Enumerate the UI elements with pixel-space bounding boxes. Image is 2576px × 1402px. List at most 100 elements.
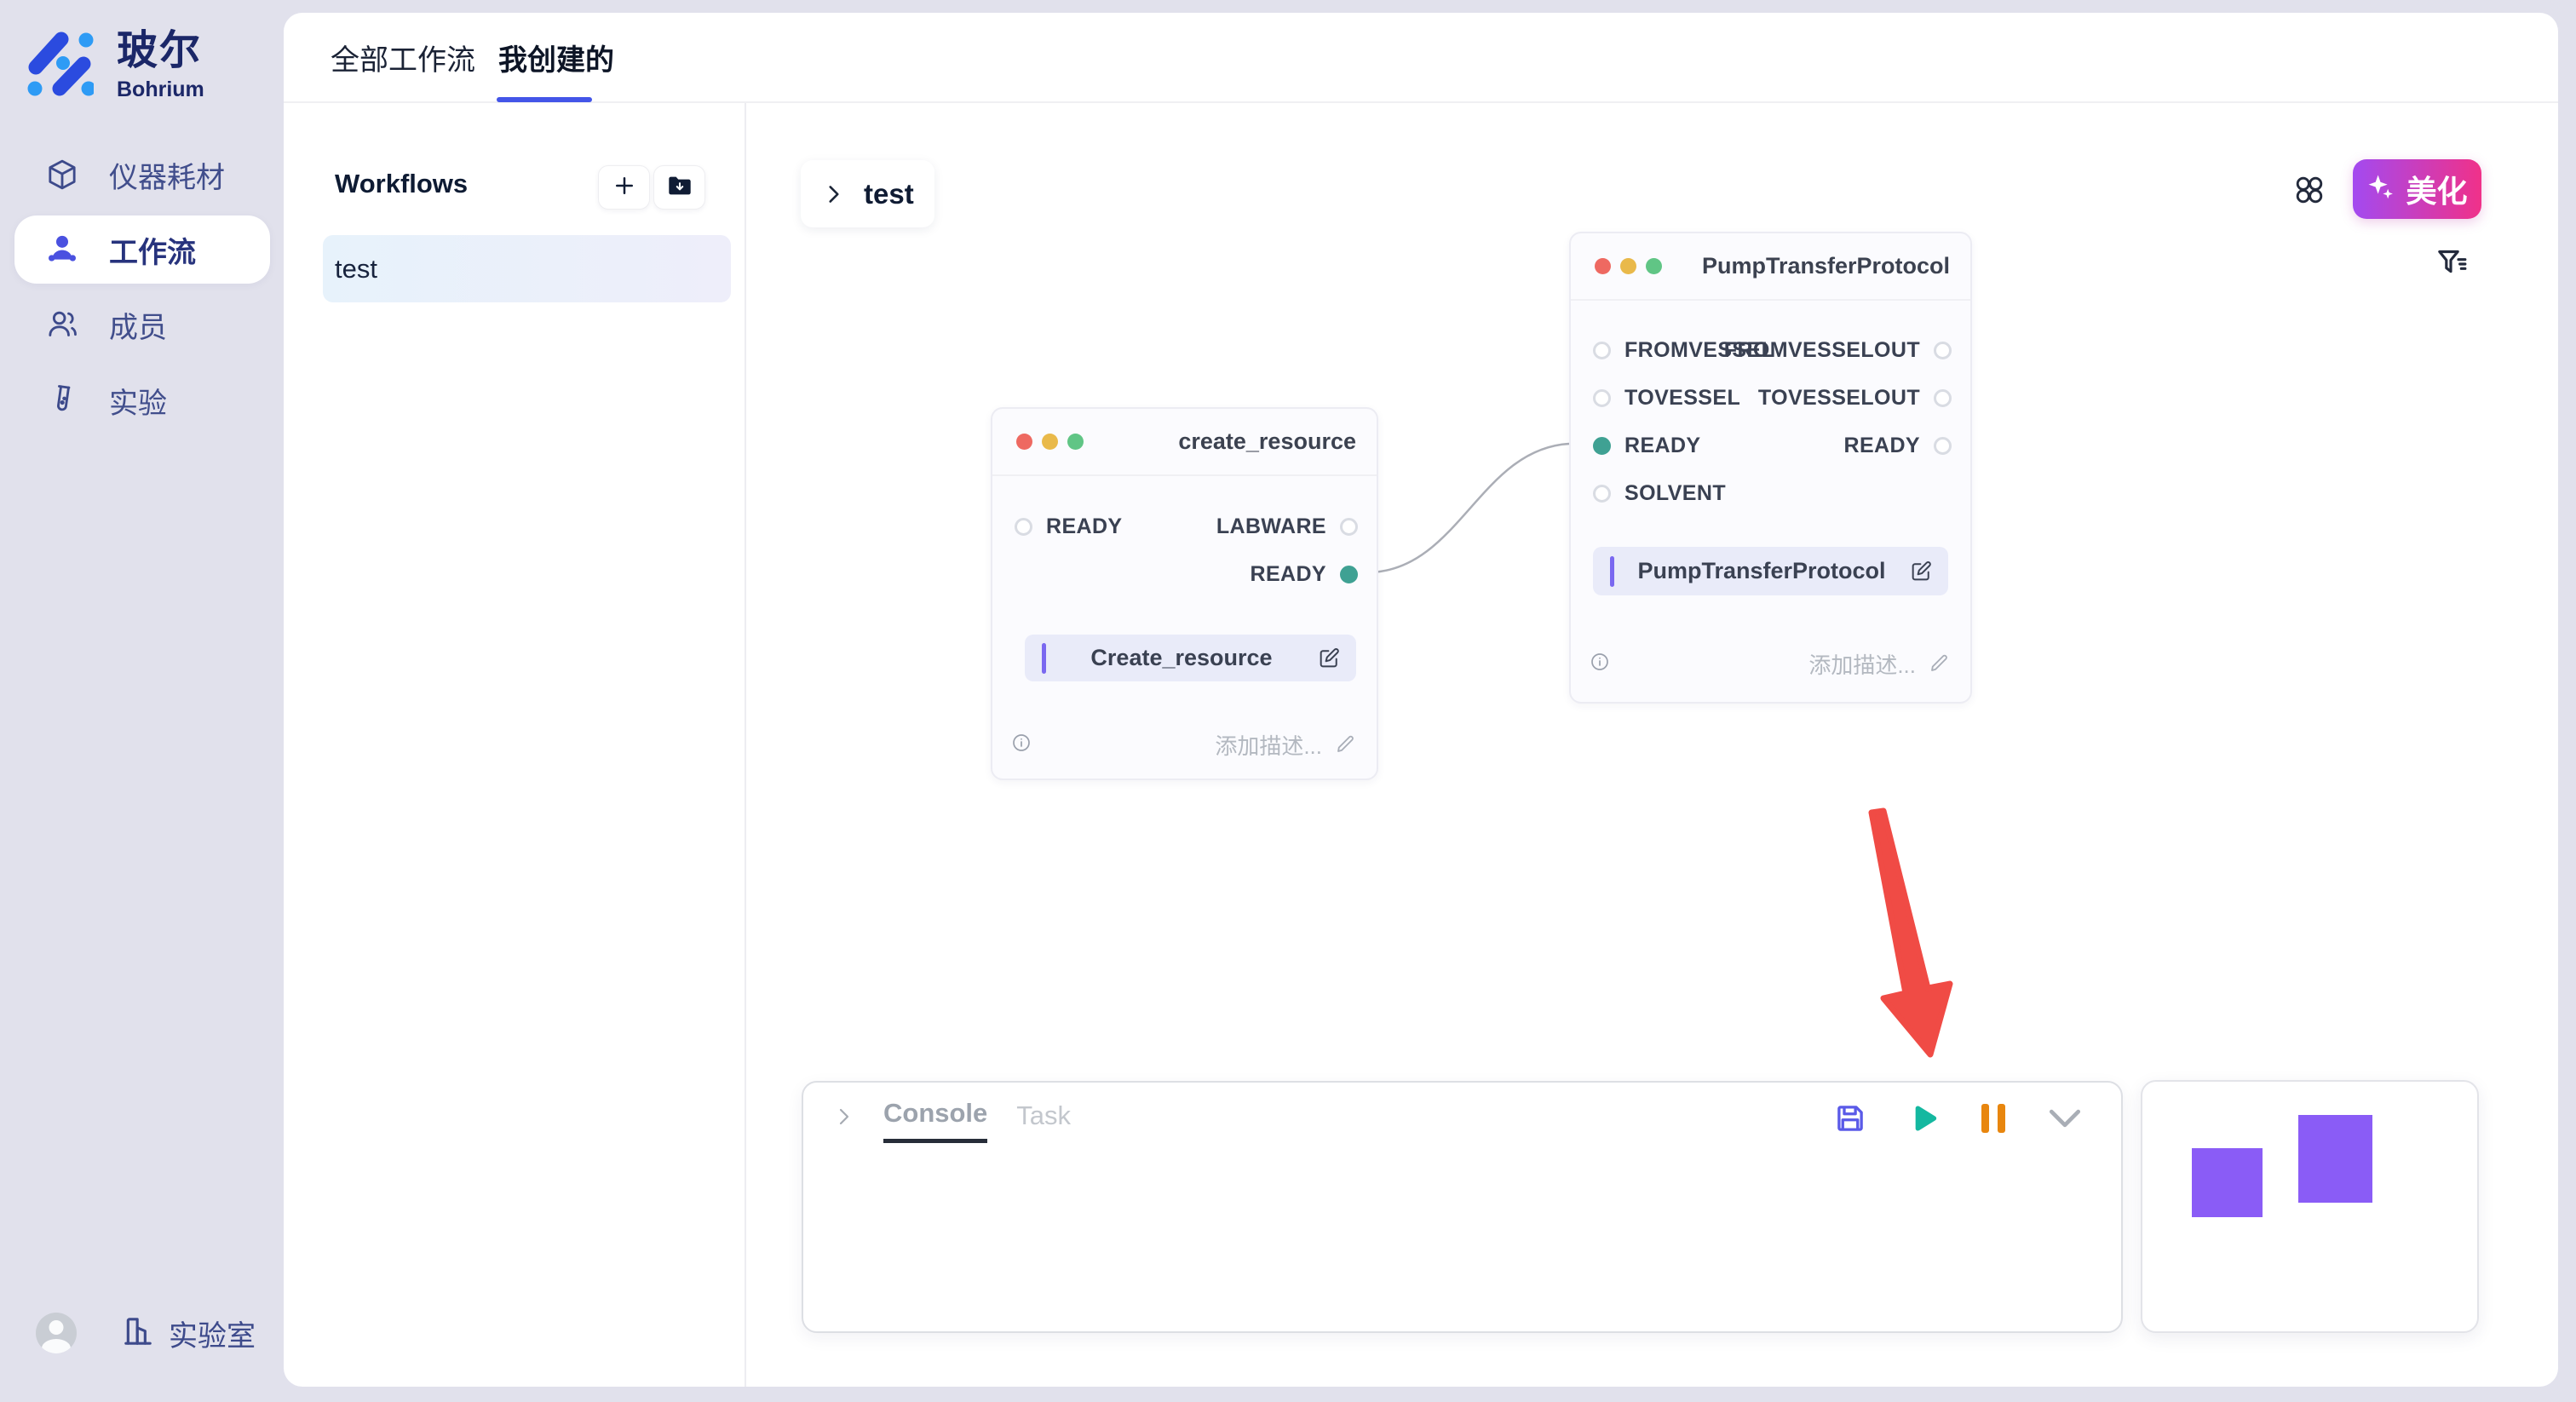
description-placeholder[interactable]: 添加描述...	[1808, 648, 1916, 680]
port-labware-out[interactable]: LABWARE	[1216, 511, 1358, 542]
console-header: Console Task	[834, 1098, 1071, 1143]
beautify-button[interactable]: 美化	[2353, 159, 2481, 219]
port-solvent[interactable]: SOLVENT	[1593, 478, 1726, 509]
sidebar-item-label: 实验	[109, 380, 167, 422]
node-header: create_resource	[992, 409, 1377, 476]
test-tube-icon	[45, 383, 79, 417]
workflow-item-label: test	[335, 254, 377, 284]
breadcrumb-label: test	[864, 178, 914, 210]
active-tab-underline	[497, 97, 592, 102]
sidebar-item-label: 工作流	[109, 229, 196, 271]
port-ready-out[interactable]: READY	[1250, 559, 1358, 589]
port-ready-out[interactable]: READY	[1843, 430, 1952, 461]
lab-label: 实验室	[169, 1313, 256, 1354]
info-icon[interactable]	[1590, 652, 1610, 676]
lab-switcher[interactable]: 实验室	[121, 1313, 256, 1354]
main-content: 全部工作流 我创建的 Workflows test	[284, 13, 2558, 1387]
sidebar-item-label: 成员	[109, 304, 167, 346]
node-function-pill[interactable]: PumpTransferProtocol	[1593, 547, 1948, 595]
minimap[interactable]	[2141, 1080, 2479, 1333]
node-header: PumpTransferProtocol	[1571, 233, 1970, 301]
port-circle[interactable]	[1593, 342, 1611, 359]
port-ready-in[interactable]: READY	[1593, 430, 1701, 461]
import-workflow-button[interactable]	[653, 165, 705, 210]
box-icon	[45, 158, 79, 192]
node-connection-edge	[1371, 444, 1569, 572]
port-circle[interactable]	[1015, 518, 1032, 536]
task-tab[interactable]: Task	[1016, 1100, 1071, 1141]
sidebar-item-members[interactable]: 成员	[14, 290, 270, 359]
port-tovesselout[interactable]: TOVESSELOUT	[1758, 382, 1952, 413]
dot-yellow	[1042, 434, 1058, 450]
save-button[interactable]	[1831, 1100, 1869, 1137]
dot-green	[1067, 434, 1084, 450]
port-circle-connected[interactable]	[1593, 437, 1611, 455]
brand-name: 玻尔	[117, 30, 204, 72]
port-circle[interactable]	[1593, 389, 1611, 407]
sidebar-item-consumables[interactable]: 仪器耗材	[14, 141, 270, 209]
sidebar: 玻尔 Bohrium 仪器耗材 工作流	[0, 0, 284, 1402]
annotation-arrow	[1872, 811, 1950, 1054]
dot-red	[1016, 434, 1032, 450]
traffic-dots	[1595, 258, 1662, 274]
workflow-list-item-test[interactable]: test	[323, 235, 731, 302]
node-footer: 添加描述...	[1571, 625, 1970, 702]
dot-yellow	[1620, 258, 1636, 274]
minimap-node-block	[2192, 1148, 2263, 1217]
sidebar-item-workflow[interactable]: 工作流	[14, 215, 270, 284]
port-circle[interactable]	[1934, 437, 1952, 455]
console-panel: Console Task	[802, 1081, 2123, 1333]
description-placeholder[interactable]: 添加描述...	[1215, 729, 1322, 761]
pencil-icon[interactable]	[1336, 732, 1358, 758]
panel-divider	[745, 103, 746, 1387]
traffic-dots	[1016, 434, 1084, 450]
edit-icon[interactable]	[1909, 560, 1933, 583]
node-pump-transfer-protocol[interactable]: PumpTransferProtocol FROMVESSEL FROMVESS…	[1569, 232, 1972, 704]
collapse-panel-button[interactable]	[2046, 1100, 2084, 1137]
workflow-user-icon	[45, 233, 79, 267]
pause-icon	[1981, 1104, 2005, 1133]
beautify-label: 美化	[2406, 167, 2467, 211]
edit-icon[interactable]	[1317, 646, 1341, 670]
tab-bar: 全部工作流 我创建的	[284, 13, 2558, 103]
sidebar-item-experiments[interactable]: 实验	[14, 366, 270, 434]
plus-icon	[612, 173, 637, 203]
run-button[interactable]	[1903, 1100, 1941, 1137]
port-ready-in[interactable]: READY	[1015, 511, 1123, 542]
sparkles-icon	[2366, 173, 2395, 206]
port-circle[interactable]	[1340, 518, 1358, 536]
info-icon[interactable]	[1011, 733, 1032, 757]
port-circle[interactable]	[1593, 485, 1611, 503]
minimap-node-block	[2298, 1115, 2372, 1203]
pause-button[interactable]	[1975, 1100, 2012, 1137]
node-footer: 添加描述...	[992, 710, 1377, 779]
members-icon	[45, 307, 79, 342]
app-root: 玻尔 Bohrium 仪器耗材 工作流	[0, 0, 2576, 1402]
breadcrumb[interactable]: test	[801, 160, 934, 227]
bohrium-logo-icon	[26, 30, 94, 101]
port-tovessel[interactable]: TOVESSEL	[1593, 382, 1740, 413]
port-circle[interactable]	[1934, 389, 1952, 407]
avatar[interactable]	[36, 1313, 77, 1353]
node-function-pill[interactable]: Create_resource	[1025, 635, 1356, 681]
brand-logo: 玻尔 Bohrium	[26, 30, 204, 102]
pencil-icon[interactable]	[1929, 651, 1952, 677]
port-fromvesselout[interactable]: FROMVESSELOUT	[1724, 335, 1952, 365]
console-actions	[1831, 1100, 2084, 1137]
building-icon	[121, 1314, 155, 1353]
dot-green	[1646, 258, 1662, 274]
chevron-right-icon	[823, 181, 845, 207]
port-circle[interactable]	[1934, 342, 1952, 359]
node-create-resource[interactable]: create_resource READY LABWARE READY Crea…	[991, 407, 1378, 780]
filter-icon[interactable]	[2434, 244, 2470, 280]
components-grid-icon[interactable]	[2291, 173, 2328, 207]
tab-my-created[interactable]: 我创建的	[498, 13, 614, 101]
collapse-chevron-icon[interactable]	[834, 1105, 854, 1137]
tab-all-workflows[interactable]: 全部工作流	[331, 13, 475, 101]
console-tab[interactable]: Console	[883, 1098, 987, 1143]
port-circle-connected[interactable]	[1340, 566, 1358, 583]
node-title: create_resource	[1178, 428, 1356, 455]
folder-download-icon	[667, 173, 693, 203]
dot-red	[1595, 258, 1611, 274]
add-workflow-button[interactable]	[598, 165, 650, 210]
